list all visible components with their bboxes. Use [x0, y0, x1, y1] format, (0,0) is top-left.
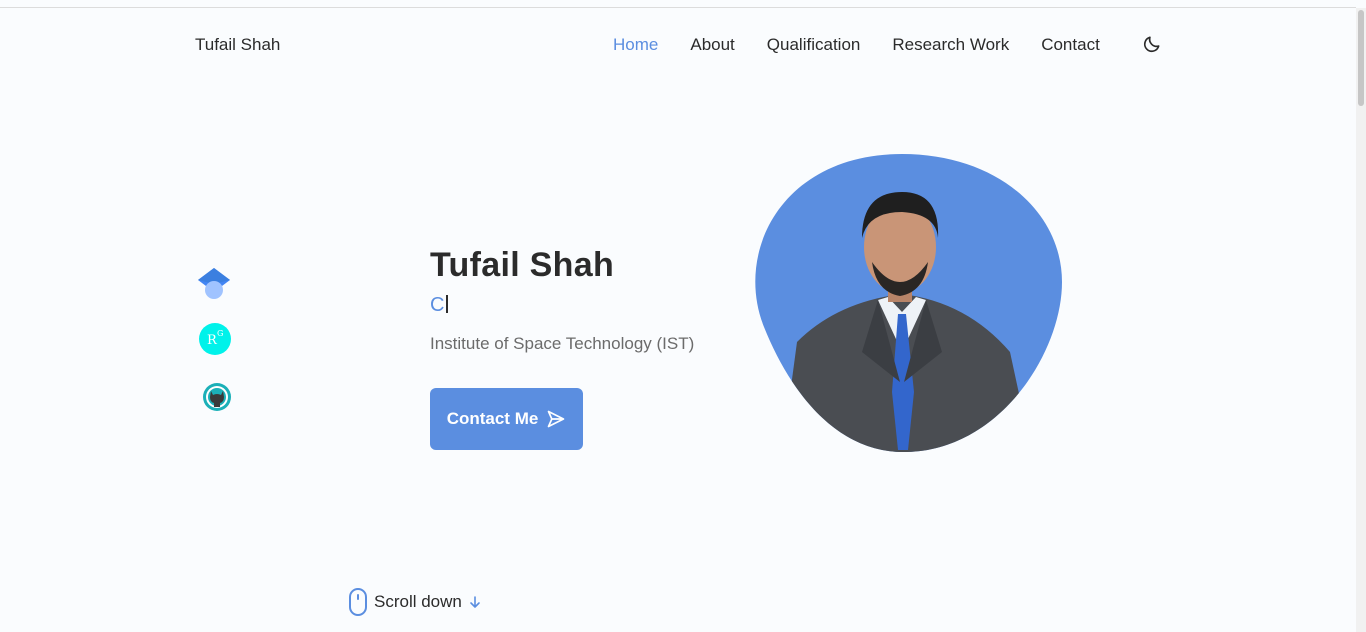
typing-caret: [446, 295, 449, 313]
github-icon: [203, 383, 231, 411]
researchgate-link[interactable]: R G: [199, 323, 233, 357]
nav-contact[interactable]: Contact: [1041, 35, 1100, 55]
researchgate-icon: R G: [199, 323, 231, 355]
nav-about[interactable]: About: [690, 35, 734, 55]
mouse-icon: [349, 588, 367, 616]
google-scholar-link[interactable]: [198, 266, 232, 300]
main-nav: Home About Qualification Research Work C…: [613, 35, 1100, 55]
top-divider: [0, 7, 1356, 8]
scroll-down-link[interactable]: Scroll down: [348, 588, 482, 616]
contact-me-button[interactable]: Contact Me: [430, 388, 583, 450]
nav-home[interactable]: Home: [613, 35, 658, 55]
moon-icon: [1143, 36, 1160, 53]
page-scrollbar[interactable]: [1356, 8, 1366, 632]
contact-me-label: Contact Me: [446, 409, 539, 428]
brand-logo[interactable]: Tufail Shah: [195, 35, 280, 55]
nav-qualification[interactable]: Qualification: [767, 35, 861, 55]
scrollbar-thumb[interactable]: [1358, 10, 1364, 106]
theme-toggle-button[interactable]: [1142, 34, 1162, 54]
arrow-down-icon: [470, 596, 480, 608]
send-icon: [547, 410, 565, 428]
scroll-down-label: Scroll down: [374, 592, 462, 611]
hero-subtitle: Institute of Space Technology (IST): [430, 334, 695, 353]
profile-photo: [755, 154, 1062, 453]
typed-text: C: [430, 294, 445, 316]
hero-typed-role: C: [430, 294, 449, 317]
hero-name: Tufail Shah: [430, 246, 615, 284]
github-link[interactable]: [202, 382, 236, 416]
google-scholar-icon: [198, 268, 230, 299]
svg-text:G: G: [217, 329, 223, 338]
nav-research-work[interactable]: Research Work: [892, 35, 1009, 55]
